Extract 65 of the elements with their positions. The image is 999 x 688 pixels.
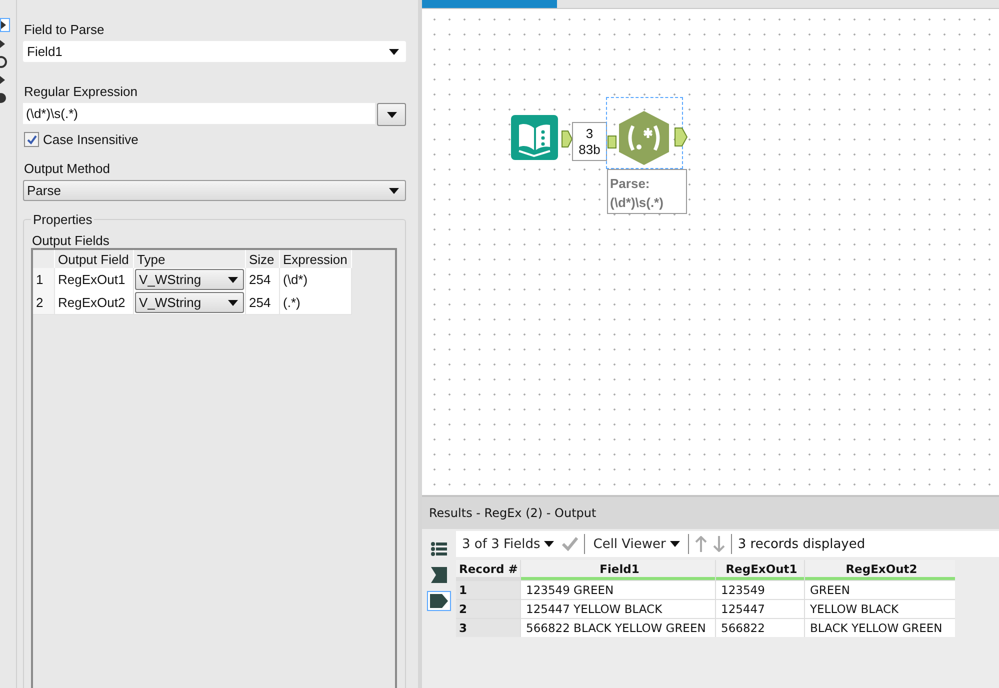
check-icon[interactable] xyxy=(562,537,578,551)
method-dropdown[interactable]: Parse xyxy=(23,180,406,201)
method-label: Output Method xyxy=(24,161,111,176)
caret-icon xyxy=(386,112,396,118)
table-cell: GREEN xyxy=(805,581,955,599)
column-header: Record # xyxy=(456,560,520,577)
list-icon xyxy=(431,542,447,556)
column-header: RegExOut2 xyxy=(805,560,955,580)
field-label: Field to Parse xyxy=(24,22,106,37)
connection-label: 3 83b xyxy=(572,122,607,161)
table-cell: 254 xyxy=(246,268,280,292)
pointer-icon[interactable] xyxy=(0,18,10,32)
tag-icon xyxy=(430,593,448,609)
column-header: Size xyxy=(246,250,280,268)
group-title: Properties xyxy=(31,212,94,227)
regex-tool-icon[interactable] xyxy=(618,110,670,166)
fields-selector[interactable]: 3 of 3 Fields xyxy=(460,536,556,552)
input-anchor-icon xyxy=(607,135,617,149)
table-cell: 123549 xyxy=(716,581,804,599)
record-number: 3 xyxy=(456,619,520,637)
annotation-title: Parse: xyxy=(610,175,651,193)
type-dropdown[interactable]: V_WString xyxy=(135,269,244,290)
table-cell: BLACK YELLOW GREEN xyxy=(805,619,955,637)
book-tool-icon[interactable] xyxy=(511,113,558,160)
column-header: Field1 xyxy=(521,560,715,580)
caret-icon xyxy=(228,300,238,306)
record-number: 1 xyxy=(456,581,520,599)
field-dropdown[interactable]: Field1 xyxy=(23,41,406,62)
caret-icon xyxy=(670,541,680,547)
output-anchor-icon xyxy=(674,127,688,147)
results-title: Results - RegEx (2) - Output xyxy=(429,506,596,520)
column-header: RegExOut1 xyxy=(716,560,804,580)
column-header: Output Field xyxy=(55,250,134,268)
table-cell: (\d*) xyxy=(280,268,352,292)
table-cell: 125447 YELLOW BLACK xyxy=(521,600,715,618)
column-header: Expression xyxy=(280,250,352,268)
regex-input[interactable]: (\d*)\s(.*) xyxy=(23,103,375,124)
grid-title: Output Fields xyxy=(32,233,110,248)
table-cell: 254 xyxy=(246,291,280,315)
annotation-expression: (\d*)\s(.*) xyxy=(610,194,664,212)
column-header: Type xyxy=(134,250,246,268)
case-label: Case Insensitive xyxy=(43,132,138,147)
table-cell: 566822 BLACK YELLOW GREEN xyxy=(521,619,715,637)
viewer-selector[interactable]: Cell Viewer xyxy=(591,536,682,552)
regex-label: Regular Expression xyxy=(24,84,138,99)
caret-icon xyxy=(544,541,554,547)
regex-menu-button[interactable] xyxy=(377,103,406,126)
row-number: 2 xyxy=(33,291,55,315)
record-number: 2 xyxy=(456,600,520,618)
row-number: 1 xyxy=(33,268,55,292)
caret-icon xyxy=(389,48,399,54)
table-cell: RegExOut2 xyxy=(55,291,134,315)
table-cell: RegExOut1 xyxy=(55,268,134,292)
case-checkbox[interactable] xyxy=(24,132,39,147)
table-cell: YELLOW BLACK xyxy=(805,600,955,618)
type-dropdown[interactable]: V_WString xyxy=(135,292,244,313)
records-status: 3 records displayed xyxy=(738,536,866,552)
caret-icon xyxy=(389,188,399,194)
table-cell: 123549 GREEN xyxy=(521,581,715,599)
table-cell: (.*) xyxy=(280,291,352,315)
table-cell: 125447 xyxy=(716,600,804,618)
caret-icon xyxy=(228,276,238,282)
table-cell: 566822 xyxy=(716,619,804,637)
view-button[interactable] xyxy=(427,591,451,611)
flag-icon xyxy=(431,567,447,583)
